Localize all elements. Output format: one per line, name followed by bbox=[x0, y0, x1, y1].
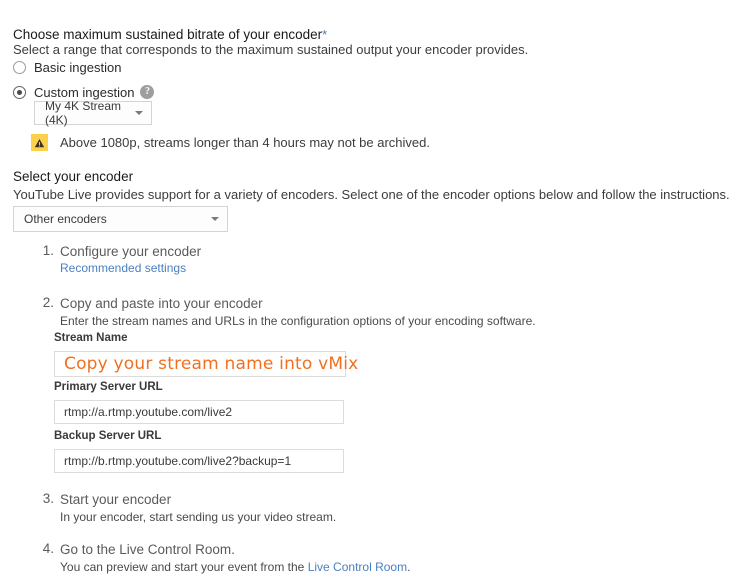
radio-custom-ingestion-label: Custom ingestion bbox=[34, 84, 135, 100]
stream-select-dropdown[interactable]: My 4K Stream (4K) bbox=[34, 99, 152, 127]
step-3-number: 3. bbox=[42, 491, 54, 506]
step-4-number: 4. bbox=[42, 541, 54, 556]
step-2-description: Enter the stream names and URLs in the c… bbox=[60, 314, 536, 328]
backup-server-url-field-group: Backup Server URL rtmp://b.rtmp.youtube.… bbox=[54, 429, 344, 473]
required-asterisk: * bbox=[322, 27, 328, 42]
stream-name-annotation: Copy your stream name into vMix bbox=[64, 354, 359, 374]
step-2: 2. Copy and paste into your encoder Ente… bbox=[38, 295, 536, 329]
help-icon[interactable]: ? bbox=[140, 85, 155, 99]
encoder-select-dropdown[interactable]: Other encoders bbox=[13, 206, 228, 232]
archive-warning-banner: Above 1080p, streams longer than 4 hours… bbox=[31, 134, 430, 151]
bitrate-section-subtitle: Select a range that corresponds to the m… bbox=[13, 42, 529, 57]
step-4-description-suffix: . bbox=[407, 560, 411, 574]
step-4: 4. Go to the Live Control Room. You can … bbox=[38, 541, 411, 575]
step-1-number: 1. bbox=[42, 243, 54, 258]
step-3-title: Start your encoder bbox=[60, 492, 172, 507]
primary-server-url-input[interactable]: rtmp://a.rtmp.youtube.com/live2 bbox=[54, 400, 344, 424]
radio-option-basic-ingestion[interactable]: Basic ingestion bbox=[13, 57, 121, 77]
primary-server-url-field-group: Primary Server URL rtmp://a.rtmp.youtube… bbox=[54, 380, 344, 424]
encoder-section-title: Select your encoder bbox=[13, 169, 134, 184]
stream-select-value: My 4K Stream (4K) bbox=[45, 99, 122, 127]
recommended-settings-link[interactable]: Recommended settings bbox=[60, 261, 186, 275]
step-2-number: 2. bbox=[42, 295, 54, 310]
backup-server-url-input[interactable]: rtmp://b.rtmp.youtube.com/live2?backup=1 bbox=[54, 449, 344, 473]
warning-triangle-icon bbox=[31, 134, 48, 151]
encoder-section-subtitle: YouTube Live provides support for a vari… bbox=[13, 187, 730, 202]
archive-warning-text: Above 1080p, streams longer than 4 hours… bbox=[60, 135, 430, 150]
live-control-room-link[interactable]: Live Control Room bbox=[308, 560, 407, 574]
encoder-setup-page: Choose maximum sustained bitrate of your… bbox=[0, 0, 743, 581]
encoder-select-value: Other encoders bbox=[24, 212, 107, 226]
primary-server-url-value: rtmp://a.rtmp.youtube.com/live2 bbox=[64, 405, 233, 419]
radio-basic-ingestion-label: Basic ingestion bbox=[34, 59, 122, 75]
backup-server-url-label: Backup Server URL bbox=[54, 430, 162, 442]
stream-name-input[interactable]: Copy your stream name into vMix bbox=[54, 351, 358, 377]
radio-custom-ingestion-indicator[interactable] bbox=[13, 85, 26, 99]
step-4-description-prefix: You can preview and start your event fro… bbox=[60, 560, 308, 574]
chevron-down-icon bbox=[135, 111, 143, 115]
step-4-description: You can preview and start your event fro… bbox=[60, 559, 410, 575]
primary-server-url-label: Primary Server URL bbox=[54, 381, 163, 393]
step-1-title: Configure your encoder bbox=[60, 244, 202, 259]
step-2-title: Copy and paste into your encoder bbox=[60, 296, 263, 311]
chevron-down-icon bbox=[211, 217, 219, 221]
radio-basic-ingestion-indicator[interactable] bbox=[13, 60, 26, 74]
step-4-title: Go to the Live Control Room. bbox=[60, 542, 235, 557]
stream-name-label: Stream Name bbox=[54, 332, 128, 344]
step-1: 1. Configure your encoder Recommended se… bbox=[38, 243, 201, 275]
step-3-description: In your encoder, start sending us your v… bbox=[60, 510, 337, 524]
step-3: 3. Start your encoder In your encoder, s… bbox=[38, 491, 336, 525]
backup-server-url-value: rtmp://b.rtmp.youtube.com/live2?backup=1 bbox=[64, 454, 292, 468]
stream-name-field-group: Stream Name Copy your stream name into v… bbox=[54, 331, 358, 377]
bitrate-title-text: Choose maximum sustained bitrate of your… bbox=[13, 27, 323, 42]
